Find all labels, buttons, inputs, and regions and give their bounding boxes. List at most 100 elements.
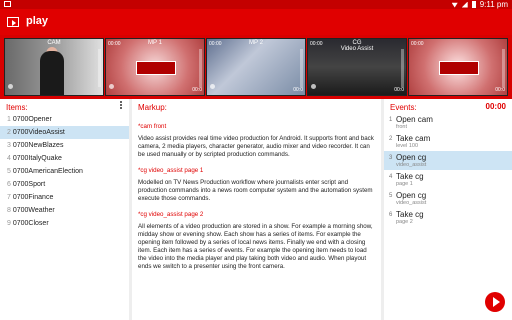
event-sub: video_assist (396, 162, 427, 168)
event-title: Open cam (396, 115, 433, 124)
item-name: 0700AmericanElection (12, 168, 83, 175)
source-thumb-mp2[interactable]: 00:00 MP 2 00:0 (206, 38, 306, 96)
page-title: play (26, 15, 49, 27)
thumb-duration: 00:0 (394, 87, 404, 93)
status-bar: 9:11 pm (0, 0, 512, 9)
item-number: 7 (7, 194, 11, 201)
news-logo (439, 61, 479, 75)
source-strip: CAM 00:00 MP 1 00:0 00:00 MP 2 00:0 00:0… (0, 35, 512, 99)
list-item[interactable]: 1 0700Opener (0, 113, 129, 126)
markup-paragraph: All elements of a video production are s… (138, 223, 373, 270)
item-number: 4 (7, 155, 11, 162)
level-slider[interactable] (199, 49, 202, 87)
events-panel: Events: 00:00 1 Open cam front 2 Take cam le… (384, 99, 512, 320)
source-thumb-cam[interactable]: CAM (4, 38, 104, 96)
level-slider[interactable] (98, 49, 101, 87)
item-name: 0700Closer (12, 220, 49, 227)
event-item[interactable]: 2 Take cam level 100 (384, 132, 512, 151)
event-title: Open cg (396, 153, 427, 162)
item-name: 0700Sport (12, 181, 46, 188)
item-number: 2 (7, 129, 11, 136)
thumb-label: CAM (47, 40, 61, 46)
presenter-figure (40, 51, 64, 95)
more-options-icon[interactable] (120, 101, 123, 110)
thumb-label-sub: Video Assist (340, 46, 374, 52)
items-panel: Items: 1 0700Opener 2 0700VideoAssist 3 … (0, 99, 129, 320)
markup-paragraph: Video assist provides real time video pr… (138, 135, 374, 158)
event-number: 5 (389, 193, 393, 199)
list-item[interactable]: 3 0700NewBlazes (0, 139, 129, 152)
list-item[interactable]: 8 0700Weather (0, 204, 129, 217)
event-item[interactable]: 3 Open cg video_assist (384, 151, 512, 170)
markup-command: *cam front (138, 123, 167, 130)
event-number: 4 (389, 174, 393, 180)
event-item[interactable]: 5 Open cg video_assist (384, 189, 512, 208)
markup-text[interactable]: *cam front Video assist provides real ti… (132, 113, 381, 283)
thumb-duration: 00:0 (192, 87, 202, 93)
items-header-label: Items: (6, 103, 28, 112)
item-name: 0700Opener (12, 116, 52, 123)
source-thumb-cg[interactable]: 00:00 CG Video Assist 00:0 (307, 38, 407, 96)
level-slider[interactable] (502, 49, 505, 87)
item-number: 8 (7, 207, 11, 214)
list-item[interactable]: 4 0700ItalyQuake (0, 152, 129, 165)
item-name: 0700Weather (12, 207, 55, 214)
thumb-duration: 00:0 (293, 87, 303, 93)
source-thumb-mp1[interactable]: 00:00 MP 1 00:0 (105, 38, 205, 96)
thumb-duration: 00:0 (495, 87, 505, 93)
event-number: 3 (389, 155, 393, 161)
exit-icon[interactable] (6, 15, 20, 29)
thumb-time: 00:00 (411, 41, 424, 47)
level-slider[interactable] (300, 49, 303, 87)
item-number: 6 (7, 181, 11, 188)
event-title: Take cam (396, 134, 431, 143)
list-item[interactable]: 9 0700Closer (0, 217, 129, 230)
markup-panel: Markup: *cam front Video assist provides… (132, 99, 381, 320)
item-name: 0700VideoAssist (12, 129, 65, 136)
status-time: 9:11 pm (479, 0, 508, 9)
list-item[interactable]: 6 0700Sport (0, 178, 129, 191)
item-number: 9 (7, 220, 11, 227)
item-number: 5 (7, 168, 11, 175)
thumb-label: MP 1 (148, 40, 162, 46)
level-slider[interactable] (401, 49, 404, 87)
toggle-icon[interactable] (8, 84, 13, 89)
event-title: Take cg (396, 210, 424, 219)
markup-header: Markup: (138, 103, 167, 112)
event-number: 6 (389, 212, 393, 218)
source-thumb-gr[interactable]: 00:00 00:0 (408, 38, 508, 96)
wifi-icon (451, 2, 458, 8)
list-item[interactable]: 5 0700AmericanElection (0, 165, 129, 178)
event-number: 1 (389, 117, 393, 123)
event-sub: level 100 (396, 143, 419, 149)
battery-icon (471, 1, 476, 8)
play-icon[interactable] (109, 84, 114, 89)
event-title: Take cg (396, 172, 424, 181)
item-name: 0700Finance (12, 194, 54, 201)
event-item[interactable]: 4 Take cg page 1 (384, 170, 512, 189)
list-item[interactable]: 2 0700VideoAssist (0, 126, 129, 139)
notification-icon (4, 1, 11, 7)
item-name: 0700ItalyQuake (12, 155, 62, 162)
play-icon[interactable] (311, 84, 316, 89)
event-title: Open cg (396, 191, 427, 200)
event-sub: front (396, 124, 408, 130)
list-item[interactable]: 7 0700Finance (0, 191, 129, 204)
play-icon[interactable] (210, 84, 215, 89)
event-item[interactable]: 1 Open cam front (384, 113, 512, 132)
event-sub: page 1 (396, 181, 413, 187)
item-name: 0700NewBlazes (12, 142, 64, 149)
events-timer: 00:00 (485, 102, 506, 111)
cell-signal-icon (461, 1, 468, 8)
items-header: Items: (0, 99, 129, 113)
thumb-label: CG Video Assist (308, 40, 406, 52)
thumb-label: MP 2 (249, 40, 263, 46)
markup-command: *cg video_assist page 2 (138, 211, 204, 218)
event-sub: video_assist (396, 200, 427, 206)
event-sub: page 2 (396, 219, 413, 225)
play-button[interactable] (485, 292, 505, 312)
app-bar: play (0, 9, 512, 35)
news-logo (136, 61, 176, 75)
event-number: 2 (389, 136, 393, 142)
event-item[interactable]: 6 Take cg page 2 (384, 208, 512, 227)
